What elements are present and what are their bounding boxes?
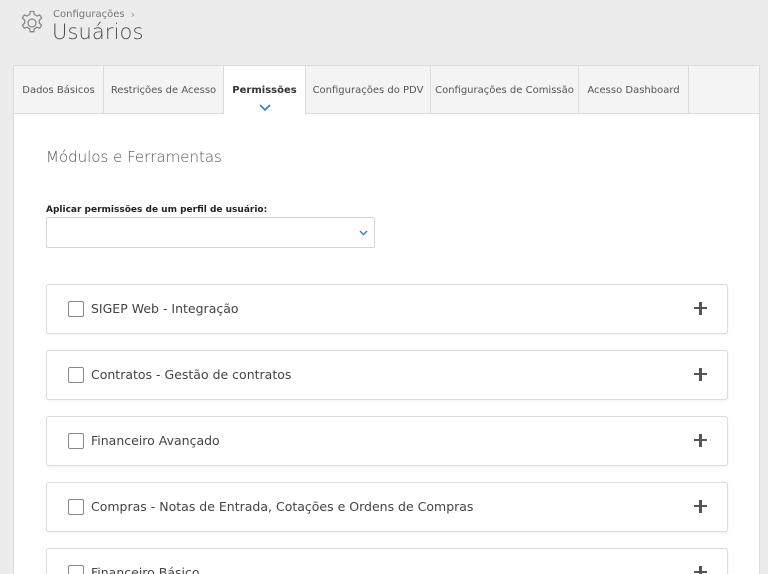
expand-plus-icon[interactable] [694,367,708,381]
section-title: Módulos e Ferramentas [46,148,222,166]
module-row-financeiro-avancado[interactable]: Financeiro Avançado [46,416,728,466]
module-row-contratos[interactable]: Contratos - Gestão de contratos [46,350,728,400]
module-row-compras[interactable]: Compras - Notas de Entrada, Cotações e O… [46,482,728,532]
module-label: Compras - Notas de Entrada, Cotações e O… [91,499,474,514]
module-row-sigep-web[interactable]: SIGEP Web - Integração [46,284,728,334]
module-checkbox[interactable] [68,433,84,449]
gear-icon [21,10,43,33]
permissions-panel: Módulos e Ferramentas Aplicar permissões… [13,113,760,574]
tab-label: Acesso Dashboard [587,84,680,96]
page-header: Configurações › Usuários [0,0,768,64]
module-label: SIGEP Web - Integração [91,301,239,316]
module-label: Financeiro Básico [91,565,200,574]
tab-bar: Dados Básicos Restrições de Acesso Permi… [13,65,760,115]
tab-label: Restrições de Acesso [110,84,217,96]
expand-plus-icon[interactable] [694,433,708,447]
breadcrumb-item-configuracoes[interactable]: Configurações [53,9,125,20]
tab-label: Configurações de Comissão [435,84,574,96]
tab-label: Configurações do PDV [312,84,424,96]
profile-select[interactable] [46,217,375,248]
tab-label: Permissões [232,85,297,96]
expand-plus-icon[interactable] [694,301,708,315]
module-checkbox[interactable] [68,367,84,383]
module-row-financeiro-basico[interactable]: Financeiro Básico [46,548,728,574]
module-label: Financeiro Avançado [91,433,220,448]
page-title: Usuários [52,20,144,44]
module-checkbox[interactable] [68,499,84,515]
module-checkbox[interactable] [68,301,84,317]
chevron-down-icon [359,230,368,236]
profile-select-label: Aplicar permissões de um perfil de usuár… [46,205,268,215]
tab-dados-basicos[interactable]: Dados Básicos [14,66,104,114]
tab-acesso-dashboard[interactable]: Acesso Dashboard [579,66,689,114]
tab-configuracoes-de-comissao[interactable]: Configurações de Comissão [431,66,579,114]
module-checkbox[interactable] [68,565,84,574]
expand-plus-icon[interactable] [694,499,708,513]
tab-configuracoes-do-pdv[interactable]: Configurações do PDV [306,66,431,114]
tab-label: Dados Básicos [22,84,95,96]
tab-restricoes-de-acesso[interactable]: Restrições de Acesso [104,66,224,114]
expand-plus-icon[interactable] [694,565,708,574]
module-label: Contratos - Gestão de contratos [91,367,292,382]
chevron-down-icon [258,104,271,111]
tab-permissoes[interactable]: Permissões [224,66,306,115]
